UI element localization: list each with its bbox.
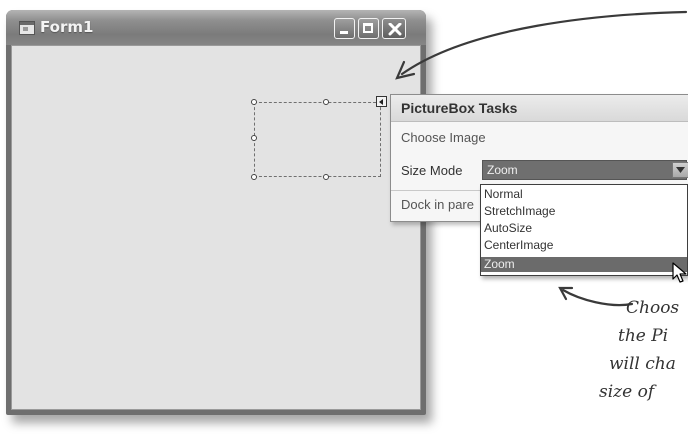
annotation-line-4: size of — [599, 382, 655, 402]
annotation-arrows — [395, 10, 688, 307]
annotation-line-3: will cha — [609, 354, 676, 374]
annotation-line-1: Choos — [626, 298, 680, 318]
annotation-line-2: the Pi — [618, 326, 669, 346]
